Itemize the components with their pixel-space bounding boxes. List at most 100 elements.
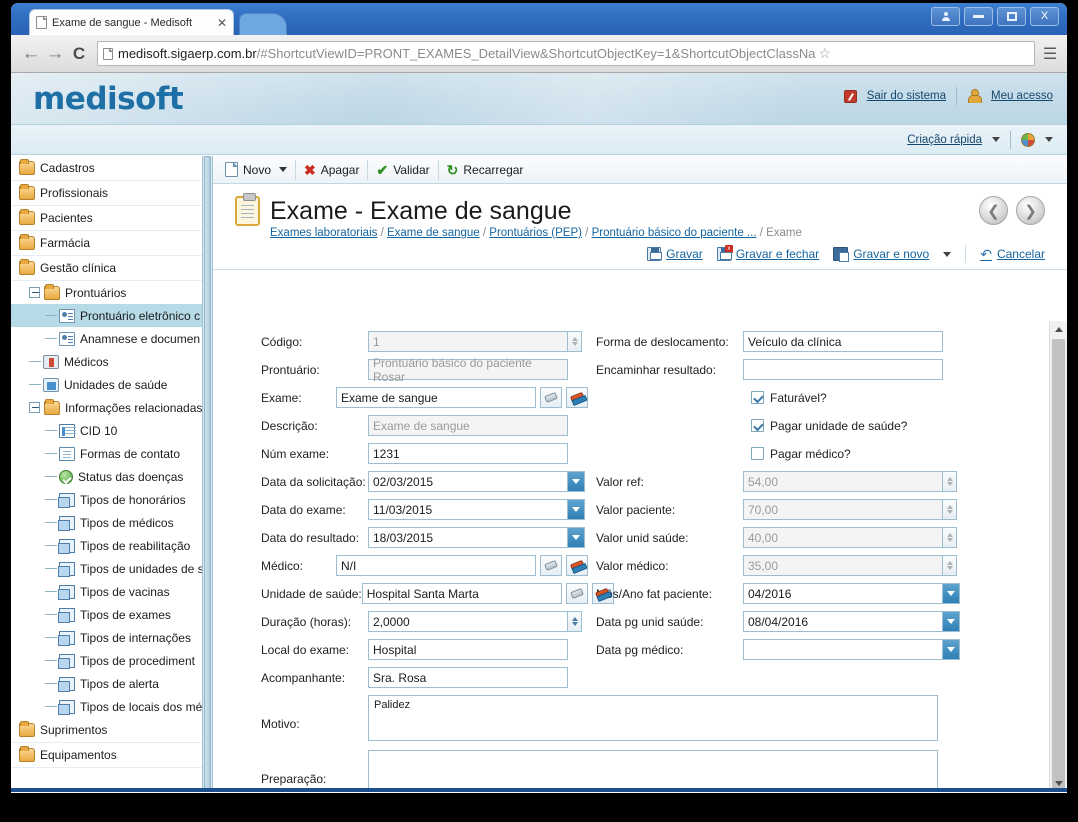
breadcrumb-link[interactable]: Prontuários (PEP) bbox=[489, 227, 582, 239]
tree-expander-icon[interactable] bbox=[29, 402, 40, 413]
spinner-buttons[interactable] bbox=[943, 471, 957, 492]
checkbox[interactable] bbox=[751, 447, 764, 460]
input-data-do-exame[interactable]: 11/03/2015 bbox=[368, 499, 568, 520]
chevron-down-icon-save[interactable] bbox=[943, 251, 952, 257]
validate-button[interactable]: ✔ Validar bbox=[368, 158, 437, 182]
breadcrumb-link[interactable]: Exame de sangue bbox=[387, 227, 480, 239]
spinner-up-icon[interactable] bbox=[946, 561, 953, 565]
input-dura-o-horas[interactable]: 2,0000 bbox=[368, 611, 568, 632]
delete-button[interactable]: ✖ Apagar bbox=[296, 158, 367, 182]
sidebar-item-15[interactable]: Tipos de médicos bbox=[11, 511, 202, 534]
new-tab-button[interactable] bbox=[239, 13, 287, 35]
breadcrumb-link[interactable]: Prontuário básico do paciente ... bbox=[592, 227, 757, 239]
spinner-down-icon[interactable] bbox=[946, 482, 953, 486]
chevron-down-icon-theme[interactable] bbox=[1045, 137, 1053, 142]
sidebar-scrollbar[interactable] bbox=[202, 156, 212, 792]
sidebar-item-4[interactable]: Gestão clínica bbox=[11, 256, 202, 281]
spinner-up-icon[interactable] bbox=[946, 505, 953, 509]
textarea-prepara-o[interactable] bbox=[368, 750, 938, 792]
checkbox[interactable] bbox=[751, 391, 764, 404]
back-button[interactable]: ← bbox=[19, 43, 43, 65]
input-data-pg-m-dico[interactable] bbox=[743, 639, 943, 660]
checkbox-row[interactable]: Pagar unidade de saúde? bbox=[588, 419, 907, 433]
main-scrollbar[interactable] bbox=[1049, 321, 1067, 792]
sidebar-item-16[interactable]: Tipos de reabilitação bbox=[11, 534, 202, 557]
spinner-down-icon[interactable] bbox=[946, 510, 953, 514]
sidebar-item-8[interactable]: Médicos bbox=[11, 350, 202, 373]
sidebar-item-1[interactable]: Profissionais bbox=[11, 181, 202, 206]
sidebar-item-24[interactable]: Suprimentos bbox=[11, 718, 202, 743]
clear-button[interactable] bbox=[566, 387, 588, 408]
dropdown-button[interactable] bbox=[943, 583, 960, 604]
textarea-motivo[interactable]: Palidez bbox=[368, 695, 938, 741]
tree-expander-icon[interactable] bbox=[29, 287, 40, 298]
lookup-button[interactable] bbox=[565, 583, 588, 604]
save-and-new-button[interactable]: Gravar e novo bbox=[833, 247, 929, 262]
sidebar-item-20[interactable]: Tipos de internações bbox=[11, 626, 202, 649]
input-exame[interactable]: Exame de sangue bbox=[336, 387, 536, 408]
sidebar-item-13[interactable]: Status das doenças bbox=[11, 465, 202, 488]
chevron-down-icon-new[interactable] bbox=[279, 167, 288, 172]
sidebar-item-3[interactable]: Farmácia bbox=[11, 231, 202, 256]
sidebar-item-5[interactable]: Prontuários bbox=[11, 281, 202, 304]
cancel-button[interactable]: ↶ Cancelar bbox=[980, 247, 1045, 261]
close-icon[interactable]: ✕ bbox=[217, 16, 227, 30]
chevron-down-icon[interactable] bbox=[992, 137, 1000, 142]
sidebar-item-7[interactable]: Anamnese e documen bbox=[11, 327, 202, 350]
spinner-down-icon[interactable] bbox=[946, 566, 953, 570]
spinner-down-icon[interactable] bbox=[571, 342, 578, 346]
dropdown-button[interactable] bbox=[943, 639, 960, 660]
new-button[interactable]: Novo bbox=[217, 158, 295, 182]
dropdown-button[interactable] bbox=[943, 611, 960, 632]
input-acompanhante[interactable]: Sra. Rosa bbox=[368, 667, 568, 688]
input-m-dico[interactable]: N/I bbox=[336, 555, 536, 576]
bookmark-star-icon[interactable]: ☆ bbox=[819, 45, 832, 62]
spinner-up-icon[interactable] bbox=[571, 617, 578, 621]
sidebar-item-22[interactable]: Tipos de alerta bbox=[11, 672, 202, 695]
input-forma-de-deslocamento[interactable]: Veículo da clínica bbox=[743, 331, 943, 352]
sidebar-item-6[interactable]: Prontuário eletrônico c bbox=[11, 304, 202, 327]
checkbox[interactable] bbox=[751, 419, 764, 432]
spinner-buttons[interactable] bbox=[943, 555, 957, 576]
spinner-buttons[interactable] bbox=[568, 611, 582, 632]
sidebar-item-0[interactable]: Cadastros bbox=[11, 156, 202, 181]
spinner-down-icon[interactable] bbox=[571, 622, 578, 626]
next-record-button[interactable]: ❯ bbox=[1016, 196, 1045, 225]
dropdown-button[interactable] bbox=[568, 527, 585, 548]
input-local-do-exame[interactable]: Hospital bbox=[368, 639, 568, 660]
sidebar-item-18[interactable]: Tipos de vacinas bbox=[11, 580, 202, 603]
user-switch-button[interactable] bbox=[931, 7, 960, 26]
logout-link[interactable]: Sair do sistema bbox=[867, 90, 946, 102]
spinner-down-icon[interactable] bbox=[946, 538, 953, 542]
chrome-menu-icon[interactable]: ☰ bbox=[1041, 44, 1059, 64]
sidebar-item-21[interactable]: Tipos de procediment bbox=[11, 649, 202, 672]
sidebar-item-9[interactable]: Unidades de saúde bbox=[11, 373, 202, 396]
sidebar-item-25[interactable]: Equipamentos bbox=[11, 743, 202, 768]
sidebar-item-10[interactable]: Informações relacionadas bbox=[11, 396, 202, 419]
sidebar-item-12[interactable]: Formas de contato bbox=[11, 442, 202, 465]
previous-record-button[interactable]: ❮ bbox=[979, 196, 1008, 225]
input-n-m-exame[interactable]: 1231 bbox=[368, 443, 568, 464]
spinner-up-icon[interactable] bbox=[946, 477, 953, 481]
spinner-buttons[interactable] bbox=[943, 499, 957, 520]
address-bar[interactable]: medisoft.sigaerp.com.br /#ShortcutViewID… bbox=[97, 41, 1035, 66]
input-encaminhar-resultado[interactable] bbox=[743, 359, 943, 380]
input-data-da-solicita-o[interactable]: 02/03/2015 bbox=[368, 471, 568, 492]
input-data-pg-unid-sa-de[interactable]: 08/04/2016 bbox=[743, 611, 943, 632]
main-scroll-thumb[interactable] bbox=[1052, 339, 1065, 789]
quick-create-link[interactable]: Criação rápida bbox=[907, 134, 982, 146]
maximize-button[interactable] bbox=[997, 7, 1026, 26]
palette-icon[interactable] bbox=[1021, 132, 1035, 147]
spinner-up-icon[interactable] bbox=[946, 533, 953, 537]
reload-button[interactable]: ↻ Recarregar bbox=[439, 158, 532, 182]
sidebar-item-11[interactable]: CID 10 bbox=[11, 419, 202, 442]
lookup-button[interactable] bbox=[540, 555, 562, 576]
reload-icon[interactable]: C bbox=[67, 44, 91, 64]
scroll-up-button[interactable] bbox=[1050, 321, 1067, 338]
forward-button[interactable]: → bbox=[43, 43, 67, 65]
dropdown-button[interactable] bbox=[568, 499, 585, 520]
checkbox-row[interactable]: Pagar médico? bbox=[588, 447, 851, 461]
checkbox-row[interactable]: Faturável? bbox=[588, 391, 827, 405]
spinner-buttons[interactable] bbox=[568, 331, 582, 352]
input-unidade-de-sa-de[interactable]: Hospital Santa Marta bbox=[361, 583, 562, 604]
